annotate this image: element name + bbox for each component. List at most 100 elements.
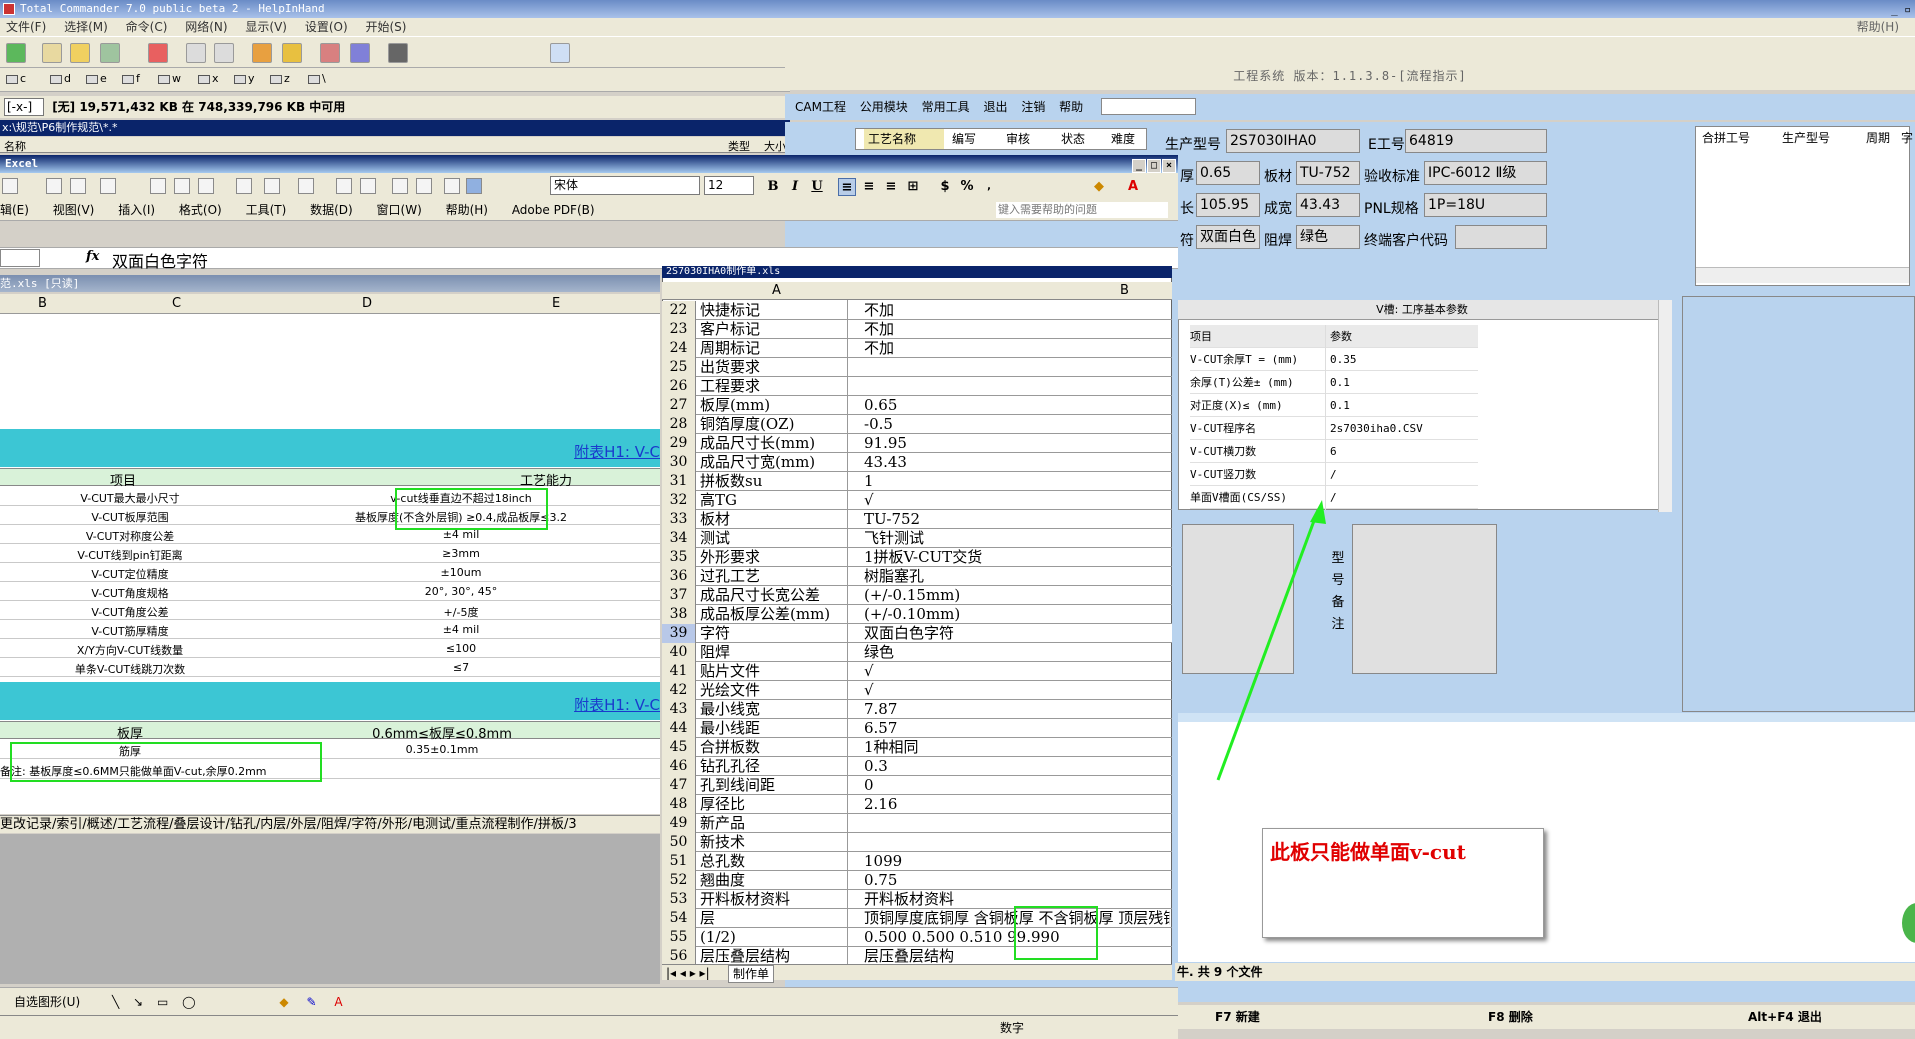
cell-a[interactable]: 成品尺寸宽(mm) [700,453,858,472]
align-right-icon[interactable]: ≡ [882,178,900,196]
sheet2-row[interactable]: 44 最小线距 6.57 [662,719,1172,738]
sheet2-row[interactable]: 27 板厚(mm) 0.65 [662,396,1172,415]
cell-b[interactable]: 双面白色字符 [864,624,1170,643]
cell-b[interactable]: 43.43 [864,453,1170,472]
row-number[interactable]: 50 [662,833,696,852]
row-number[interactable]: 47 [662,776,696,795]
font-color-icon[interactable]: A [1124,178,1142,196]
align-center-icon[interactable]: ≡ [860,178,878,196]
cell-a[interactable]: 测试 [700,529,858,548]
pack-icon[interactable] [148,43,168,63]
bold-button[interactable]: B [764,178,782,196]
minimize-button[interactable]: _ [1132,159,1146,173]
menu-tools[interactable]: 常用工具 [922,100,970,114]
sheet2-row[interactable]: 52 翘曲度 0.75 [662,871,1172,890]
paste-icon[interactable] [198,178,214,194]
tree-view-icon[interactable] [70,43,90,63]
cell-b[interactable]: (+/-0.15mm) [864,586,1170,605]
row-number[interactable]: 39 [662,624,696,643]
thickness-field[interactable]: 0.65 [1196,161,1260,185]
fx-icon[interactable]: fx [86,249,99,264]
cell-a[interactable]: 新产品 [700,814,858,833]
underline-button[interactable]: U [808,178,826,196]
row-number[interactable]: 23 [662,320,696,339]
customer-code-field[interactable] [1455,225,1547,249]
vcut-param-row[interactable]: V-CUT横刀数 6 [1190,440,1478,463]
row-number[interactable]: 26 [662,377,696,396]
row-number[interactable]: 52 [662,871,696,890]
comma-icon[interactable]: , [980,178,998,196]
model-field[interactable]: 2S7030IHA0 [1226,129,1360,153]
cell-a[interactable]: 板材 [700,510,858,529]
vcut-param-row[interactable]: 对正度(X)≤ (mm) 0.1 [1190,394,1478,417]
cell-a[interactable]: 铜箔厚度(OZ) [700,415,858,434]
fill-color-icon[interactable]: ◆ [1090,178,1108,196]
material-field[interactable]: TU-752 [1296,161,1360,185]
sheet2-row[interactable]: 32 高TG √ [662,491,1172,510]
drive-y[interactable]: y [234,72,255,85]
sheet2-row[interactable]: 35 外形要求 1拼板V-CUT交货 [662,548,1172,567]
drive-c[interactable]: c [6,72,26,85]
cell-b[interactable]: -0.5 [864,415,1170,434]
row-number[interactable]: 43 [662,700,696,719]
col-e[interactable]: E [552,296,560,311]
cell-a[interactable]: 工程要求 [700,377,858,396]
cell-b[interactable]: 不加 [864,320,1170,339]
col-author[interactable]: 编写 [952,129,976,149]
drive-combo[interactable]: [-x-] [4,98,44,116]
cell-a[interactable]: 客户标记 [700,320,858,339]
col-type[interactable]: 类型 [728,138,750,154]
sort-asc-icon[interactable] [392,178,408,194]
menu-public[interactable]: 公用模块 [860,100,908,114]
multi-rename-icon[interactable] [320,43,340,63]
binoculars-icon[interactable] [388,43,408,63]
vcut-param-row[interactable]: V-CUT余厚T = (mm) 0.35 [1190,348,1478,371]
redo-icon[interactable] [298,178,314,194]
row-number[interactable]: 33 [662,510,696,529]
col-merge-model[interactable]: 生产型号 [1782,129,1830,146]
tab-make-sheet[interactable]: 制作单 [728,965,775,983]
sheet2-row[interactable]: 33 板材 TU-752 [662,510,1172,529]
vcut-param-value[interactable]: 6 [1330,440,1337,463]
cell-b[interactable]: 飞针测试 [864,529,1170,548]
row-number[interactable]: 49 [662,814,696,833]
cell-a[interactable]: 高TG [700,491,858,510]
sheet2-row[interactable]: 42 光绘文件 √ [662,681,1172,700]
forward-arrow-icon[interactable] [214,43,234,63]
length-field[interactable]: 105.95 [1196,193,1260,217]
mask-field[interactable]: 绿色 [1296,225,1360,249]
memo-box-left[interactable] [1182,524,1294,674]
icons-view-icon[interactable] [42,43,62,63]
font-size-select[interactable]: 12 [704,176,754,195]
cell-b[interactable]: 1 [864,472,1170,491]
cell-a[interactable]: 拼板数su [700,472,858,491]
row-number[interactable]: 35 [662,548,696,567]
menu-exit[interactable]: 退出 [983,100,1007,114]
eng-dropdown[interactable] [1101,98,1196,115]
col-b[interactable]: B [1120,283,1129,298]
menu-window[interactable]: 窗口(W) [377,203,422,217]
help-question-box[interactable]: 键入需要帮助的问题 [996,202,1168,218]
vcut-param-value[interactable]: / [1330,486,1337,509]
row-number[interactable]: 53 [662,890,696,909]
row-number[interactable]: 48 [662,795,696,814]
cell-a[interactable]: 合拼板数 [700,738,858,757]
menu-view[interactable]: 显示(V) [245,20,287,34]
row-number[interactable]: 28 [662,415,696,434]
sheet2-row[interactable]: 30 成品尺寸宽(mm) 43.43 [662,453,1172,472]
align-left-icon[interactable]: ≡ [838,178,856,196]
memo-box-right[interactable] [1352,524,1497,674]
row-number[interactable]: 30 [662,453,696,472]
cell-a[interactable]: (1/2) [700,928,858,947]
col-a[interactable]: A [772,283,781,298]
menu-cam[interactable]: CAM工程 [795,100,846,114]
percent-icon[interactable]: % [958,178,976,196]
cell-a[interactable]: 贴片文件 [700,662,858,681]
row-number[interactable]: 25 [662,358,696,377]
col-name[interactable]: 名称 [4,138,26,154]
appendix-link-1[interactable]: 附表H1: V-C [574,441,660,462]
cell-a[interactable]: 成品尺寸长宽公差 [700,586,858,605]
copy-icon[interactable] [174,178,190,194]
cell-a[interactable]: 阻焊 [700,643,858,662]
sheet2-row[interactable]: 34 测试 飞针测试 [662,529,1172,548]
